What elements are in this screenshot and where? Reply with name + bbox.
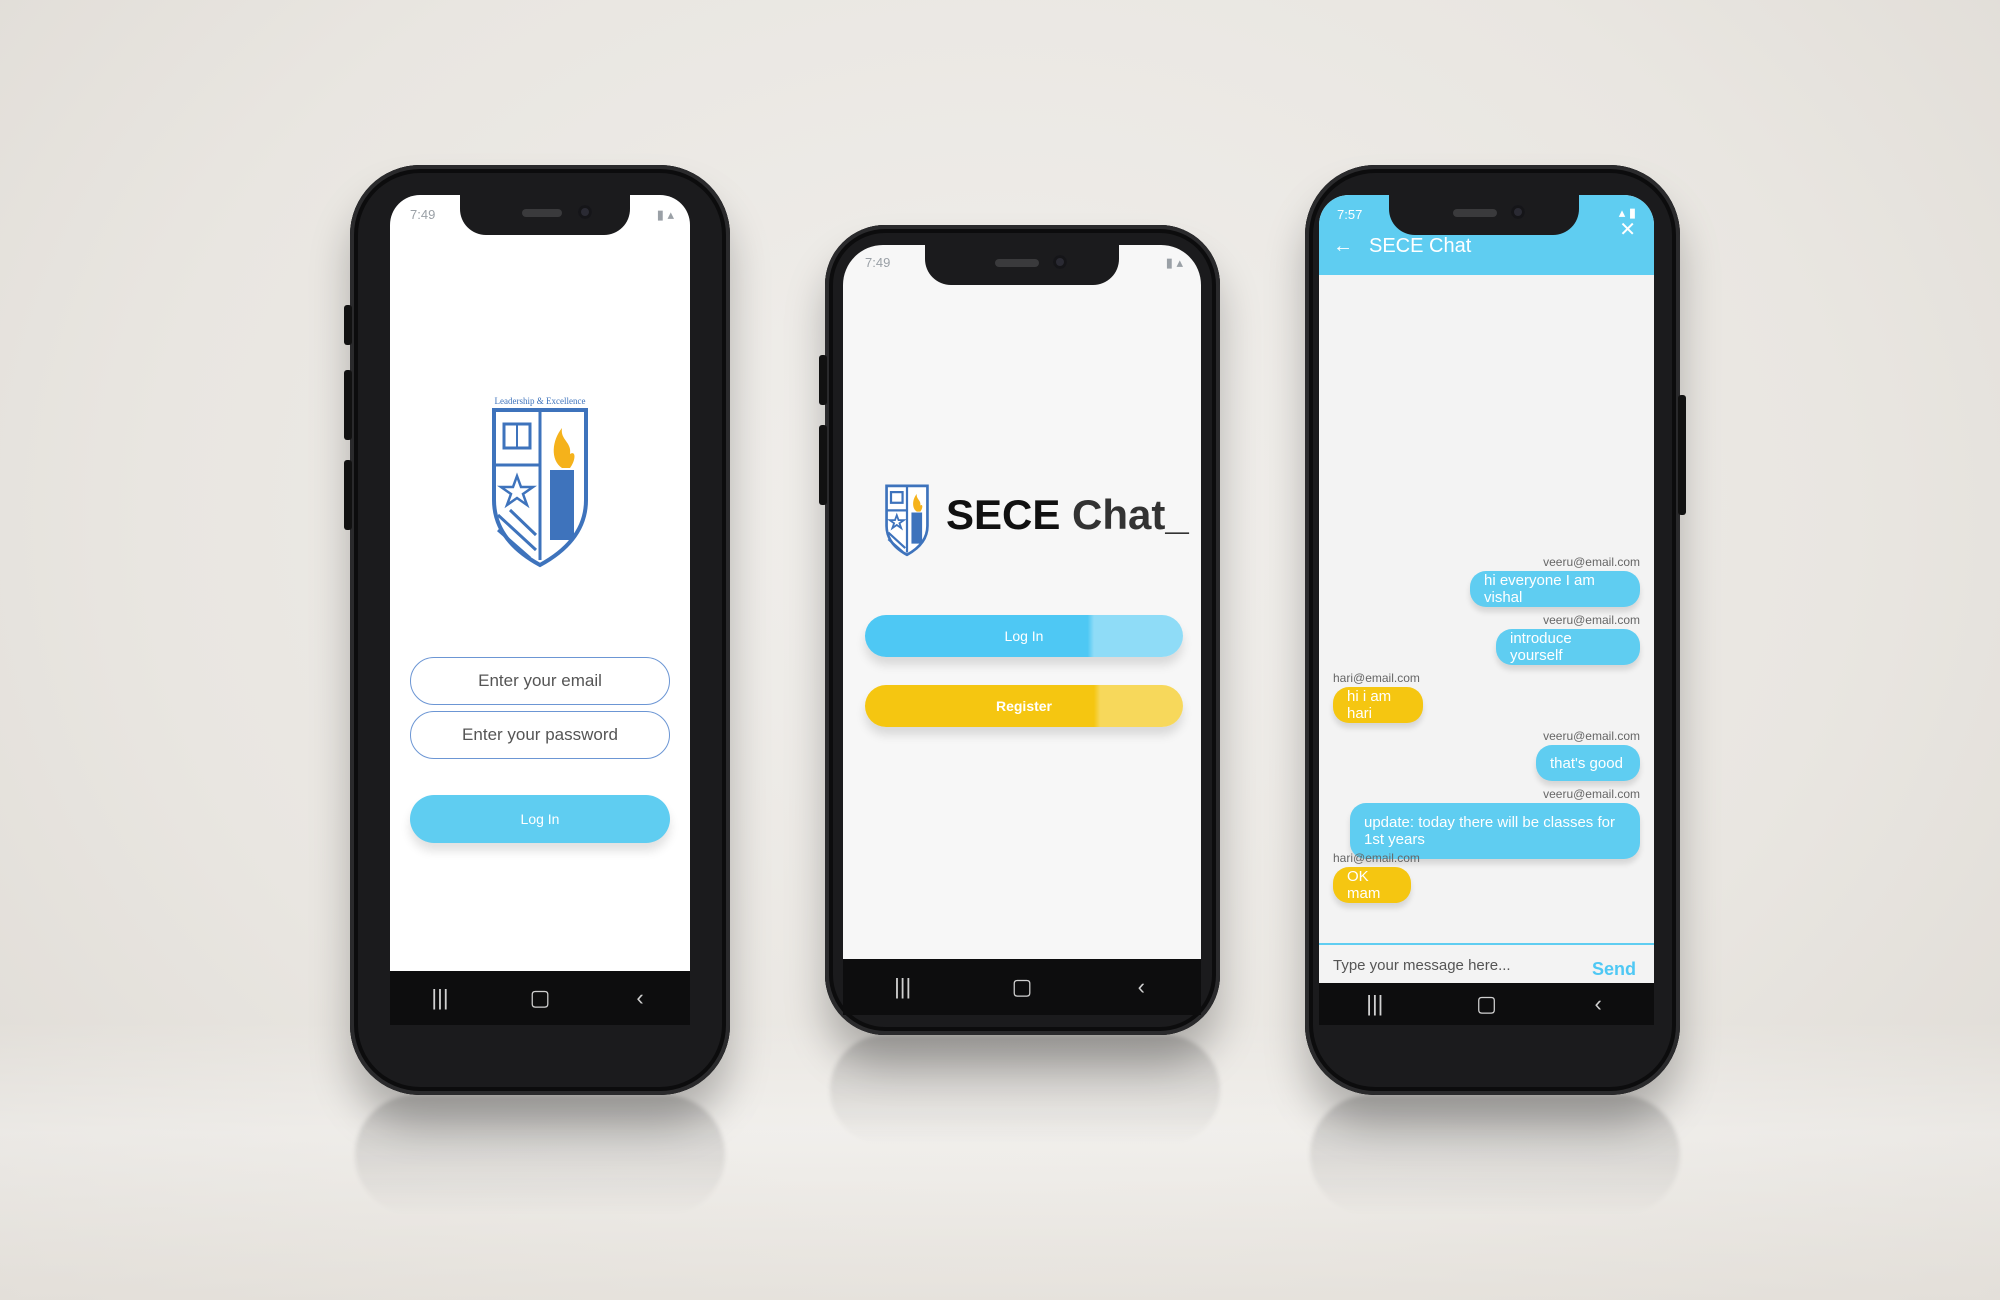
message-composer: Type your message here... Send <box>1319 943 1654 985</box>
brand-part-1: SECE <box>946 491 1061 538</box>
message-bubble[interactable]: that's good <box>1536 745 1640 781</box>
side-button <box>819 355 827 405</box>
message-sender: veeru@email.com <box>1543 729 1640 743</box>
android-nav-bar: ||| ▢ ‹ <box>843 959 1201 1015</box>
front-camera <box>1511 205 1525 219</box>
message-sender: hari@email.com <box>1333 851 1420 865</box>
front-camera <box>578 205 592 219</box>
message-bubble[interactable]: introduce yourself <box>1496 629 1640 665</box>
phone-left: 7:49 ▮ ▴ Leadership & Excellence Enter y… <box>344 165 730 1095</box>
notch <box>1389 195 1579 235</box>
password-placeholder: Enter your password <box>462 725 618 744</box>
back-arrow-icon[interactable]: ← <box>1333 235 1353 258</box>
message-bubble[interactable]: OK mam <box>1333 867 1411 903</box>
message-bubble[interactable]: hi everyone I am vishal <box>1470 571 1640 607</box>
chat-title: SECE Chat <box>1369 235 1472 257</box>
login-button[interactable]: Log In <box>410 795 670 843</box>
phone-center: 7:49 ▮ ▴ SECE Chat_ Log In Register ||| … <box>819 225 1220 1035</box>
front-camera <box>1053 255 1067 269</box>
message-sender: veeru@email.com <box>1543 787 1640 801</box>
email-input[interactable]: Enter your email <box>410 657 670 705</box>
recent-apps-icon[interactable]: ||| <box>883 974 923 1000</box>
side-button <box>344 305 352 345</box>
status-time: 7:49 <box>410 207 436 222</box>
message-input[interactable]: Type your message here... <box>1333 957 1511 974</box>
side-button <box>344 370 352 440</box>
brand-part-2: Chat_ <box>1060 491 1189 538</box>
login-button[interactable]: Log In <box>865 615 1183 657</box>
login-button-label: Log In <box>520 811 560 827</box>
notch <box>925 245 1119 285</box>
crest-motto: Leadership & Excellence <box>495 396 586 406</box>
password-input[interactable]: Enter your password <box>410 711 670 759</box>
app-brand-title: SECE Chat_ <box>946 491 1189 539</box>
email-placeholder: Enter your email <box>478 671 602 690</box>
message-bubble[interactable]: hi i am hari <box>1333 687 1423 723</box>
speaker <box>1453 209 1497 217</box>
status-time: 7:49 <box>865 255 891 270</box>
side-button <box>344 460 352 530</box>
phone-center-reflection <box>830 1035 1220 1145</box>
close-icon[interactable]: ✕ <box>1619 217 1636 242</box>
status-icons: ▮ ▴ <box>656 207 674 222</box>
recent-apps-icon[interactable]: ||| <box>1355 991 1395 1017</box>
phone-right: 7:57 ▴ ▮ ← SECE Chat ✕ veeru@email.com hi… <box>1305 165 1686 1095</box>
login-screen: 7:49 ▮ ▴ Leadership & Excellence Enter y… <box>390 195 690 1025</box>
android-nav-bar: ||| ▢ ‹ <box>390 971 690 1025</box>
back-icon[interactable]: ‹ <box>620 985 660 1011</box>
speaker <box>995 259 1039 267</box>
speaker <box>522 209 562 217</box>
message-sender: hari@email.com <box>1333 671 1420 685</box>
android-nav-bar: ||| ▢ ‹ <box>1319 983 1654 1025</box>
login-button-label: Log In <box>1004 628 1044 644</box>
message-sender: veeru@email.com <box>1543 613 1640 627</box>
home-icon[interactable]: ▢ <box>1002 974 1042 1000</box>
chat-screen: 7:57 ▴ ▮ ← SECE Chat ✕ veeru@email.com hi… <box>1319 195 1654 1025</box>
phone-right-reflection <box>1310 1095 1680 1215</box>
side-button <box>1678 395 1686 515</box>
send-button[interactable]: Send <box>1592 959 1636 980</box>
back-icon[interactable]: ‹ <box>1121 974 1161 1000</box>
college-crest-logo <box>878 477 936 557</box>
home-icon[interactable]: ▢ <box>1466 991 1506 1017</box>
status-icons: ▮ ▴ <box>1165 255 1183 270</box>
home-icon[interactable]: ▢ <box>520 985 560 1011</box>
status-time: 7:57 <box>1337 207 1363 222</box>
notch <box>460 195 630 235</box>
recent-apps-icon[interactable]: ||| <box>420 985 460 1011</box>
welcome-screen: 7:49 ▮ ▴ SECE Chat_ Log In Register ||| … <box>843 245 1201 1015</box>
message-sender: veeru@email.com <box>1543 555 1640 569</box>
college-crest-logo: Leadership & Excellence <box>490 390 590 570</box>
side-button <box>819 425 827 505</box>
back-icon[interactable]: ‹ <box>1578 991 1618 1017</box>
phone-left-reflection <box>355 1095 725 1215</box>
register-button[interactable]: Register <box>865 685 1183 727</box>
register-button-label: Register <box>995 698 1053 714</box>
